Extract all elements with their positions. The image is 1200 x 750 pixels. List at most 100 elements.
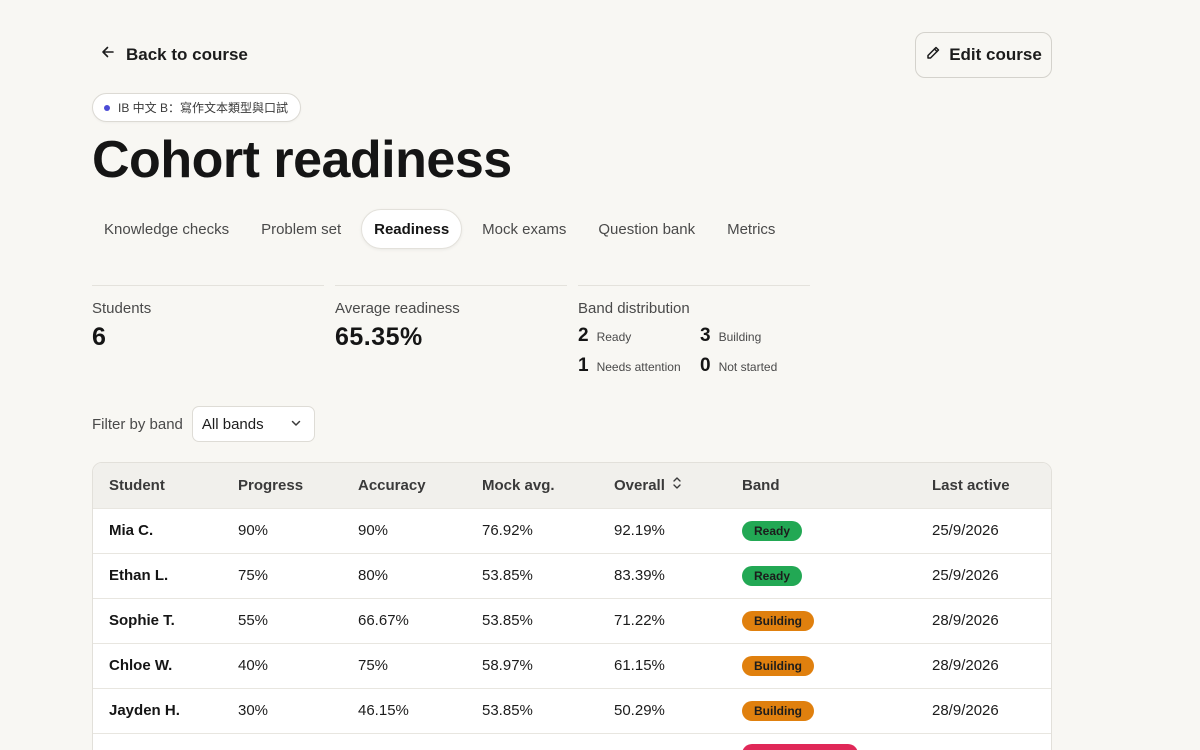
band-badge: Building (742, 655, 814, 676)
band-badge: Building (742, 610, 814, 631)
tab-knowledge-checks[interactable]: Knowledge checks (92, 209, 241, 249)
tab-problem-set[interactable]: Problem set (249, 209, 353, 249)
band-ready-count: 2 Ready (578, 325, 700, 347)
mock-avg-cell: 53.85% (482, 702, 533, 719)
last-active-cell (932, 733, 1051, 750)
overall-cell: 50.29% (614, 702, 665, 719)
band-building-count: 3 Building (700, 325, 810, 347)
edit-course-label: Edit course (949, 45, 1042, 64)
band-badge (742, 743, 858, 750)
band-count: 1 (578, 355, 589, 376)
band-badge: Building (742, 700, 814, 721)
band-distribution-grid: 2 Ready 3 Building 1 Needs attention 0 N… (578, 325, 810, 377)
chevron-down-icon (290, 416, 302, 433)
last-active-cell: 25/9/2026 (932, 567, 999, 584)
column-header-progress: Progress (238, 476, 304, 494)
table-row[interactable]: Chloe W. 40% 75% 58.97% 61.15% Building 28/9/2… (93, 643, 1051, 688)
band-name: Needs attention (596, 360, 681, 374)
arrow-left-icon (100, 44, 116, 65)
accuracy-cell (358, 733, 482, 750)
stats-row: Students 6 Average readiness 65.35% Band… (92, 285, 821, 377)
progress-cell: 75% (238, 567, 269, 584)
accuracy-cell: 66.67% (358, 612, 409, 629)
students-stat-value: 6 (92, 323, 107, 351)
table-row[interactable]: Sophie T. 55% 66.67% 53.85% 71.22% Building 28… (93, 598, 1051, 643)
progress-cell (238, 733, 358, 750)
progress-cell: 30% (238, 702, 269, 719)
course-chip-label: IB 中文 B：寫作文本類型與口試 (118, 101, 289, 115)
tab-bar: Knowledge checks Problem set Readiness M… (92, 209, 787, 249)
course-chip: IB 中文 B：寫作文本類型與口試 (92, 93, 302, 122)
band-badge: Ready (742, 565, 803, 586)
column-header-accuracy: Accuracy (358, 476, 426, 494)
overall-sort-button[interactable]: Overall (614, 476, 683, 494)
student-cell: Chloe W. (109, 657, 173, 674)
mock-avg-cell: 53.85% (482, 612, 533, 629)
back-link-label: Back to course (126, 44, 248, 64)
table-row[interactable]: Jayden H. 30% 46.15% 53.85% 50.29% Building 28… (93, 688, 1051, 733)
column-header-band: Band (742, 476, 780, 494)
mock-avg-cell: 76.92% (482, 522, 533, 539)
filter-select-value: All bands (201, 415, 264, 433)
band-name: Ready (596, 330, 632, 344)
tab-mock-exams[interactable]: Mock exams (470, 209, 578, 249)
student-cell: Ethan L. (109, 567, 169, 584)
progress-cell: 40% (238, 657, 269, 674)
column-header-student: Student (109, 476, 165, 494)
progress-cell: 55% (238, 612, 269, 629)
accuracy-cell: 75% (358, 657, 389, 674)
overall-cell: 61.15% (614, 657, 665, 674)
band-cell: Ready (742, 553, 932, 598)
band-cell: Building (742, 598, 932, 643)
mock-avg-cell: 53.85% (482, 567, 533, 584)
overall-header-label: Overall (614, 476, 665, 494)
table-row[interactable]: Mia C. 90% 90% 76.92% 92.19% Ready 25/9/2026 (93, 508, 1051, 553)
overall-cell (614, 733, 742, 750)
readiness-table: Student Progress Accuracy Mock avg. Over… (92, 462, 1052, 750)
page-title: Cohort readiness (92, 131, 512, 189)
band-name: Not started (718, 360, 778, 374)
last-active-cell: 25/9/2026 (932, 522, 999, 539)
accuracy-cell: 90% (358, 522, 389, 539)
band-cell (742, 733, 932, 750)
band-count: 2 (578, 325, 589, 346)
last-active-cell: 28/9/2026 (932, 657, 999, 674)
edit-course-button[interactable]: Edit course (915, 32, 1052, 78)
table-row[interactable] (93, 733, 1051, 750)
band-count: 3 (700, 325, 711, 346)
band-distribution-stat: Band distribution 2 Ready 3 Building 1 N… (578, 285, 810, 377)
overall-cell: 71.22% (614, 612, 665, 629)
student-cell (93, 733, 238, 750)
mock-avg-cell: 58.97% (482, 657, 533, 674)
band-count: 0 (700, 355, 711, 376)
mock-avg-cell (482, 733, 614, 750)
band-cell: Building (742, 688, 932, 733)
student-cell: Mia C. (109, 522, 154, 539)
back-to-course-link[interactable]: Back to course (100, 44, 248, 65)
average-readiness-label: Average readiness (335, 300, 460, 317)
course-dot-icon (104, 104, 110, 111)
average-readiness-value: 65.35% (335, 323, 423, 351)
student-cell: Sophie T. (109, 612, 175, 629)
tab-question-bank[interactable]: Question bank (586, 209, 707, 249)
accuracy-cell: 46.15% (358, 702, 409, 719)
filter-label: Filter by band (92, 415, 183, 433)
last-active-cell: 28/9/2026 (932, 612, 999, 629)
pencil-icon (925, 45, 941, 66)
tab-metrics[interactable]: Metrics (715, 209, 787, 249)
table-row[interactable]: Ethan L. 75% 80% 53.85% 83.39% Ready 25/9/2026 (93, 553, 1051, 598)
tab-readiness[interactable]: Readiness (361, 209, 463, 249)
column-header-overall[interactable]: Overall (614, 463, 742, 508)
last-active-cell: 28/9/2026 (932, 702, 999, 719)
band-filter-select[interactable]: All bands (191, 406, 315, 442)
band-needs-attention-count: 1 Needs attention (578, 355, 700, 377)
band-cell: Ready (742, 508, 932, 553)
column-header-last-active: Last active (932, 476, 1010, 494)
band-filter: Filter by band All bands (92, 406, 315, 442)
band-not-started-count: 0 Not started (700, 355, 810, 377)
overall-cell: 92.19% (614, 522, 665, 539)
band-badge: Ready (742, 520, 803, 541)
overall-cell: 83.39% (614, 567, 665, 584)
accuracy-cell: 80% (358, 567, 389, 584)
student-cell: Jayden H. (109, 702, 180, 719)
